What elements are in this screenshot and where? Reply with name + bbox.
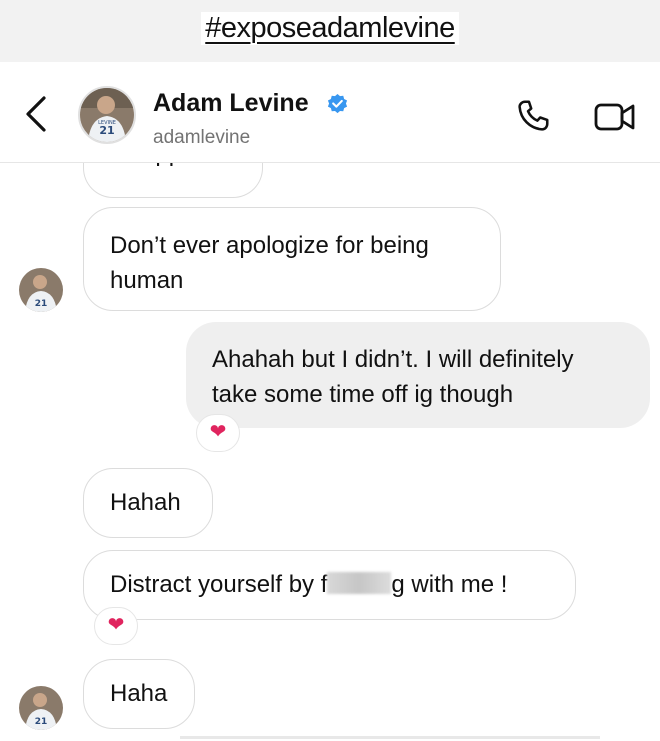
svg-text:21: 21 xyxy=(35,717,48,727)
phone-icon[interactable] xyxy=(515,98,551,134)
message-text-end: g with me ! xyxy=(391,571,508,598)
incoming-message[interactable]: Haha xyxy=(83,659,195,729)
message-text: Hahah xyxy=(110,489,181,516)
message-text-start: Distract yourself by f xyxy=(110,571,328,598)
incoming-message[interactable]: Don’t ever apologize for being human xyxy=(83,207,501,311)
reaction-badge[interactable]: ❤ xyxy=(94,607,138,645)
contact-username: adamlevine xyxy=(153,127,251,148)
chat-header-content: 21 LEVINE Adam Levine adamlevine xyxy=(0,62,660,162)
profile-avatar[interactable]: 21 LEVINE xyxy=(78,86,136,144)
incoming-message[interactable]: Distract yourself by f g with me ! xyxy=(83,550,576,620)
message-text: Ahahah but I didn’t. I will definitely t… xyxy=(212,346,574,408)
message-text: Don’t ever apologize for being human xyxy=(110,232,429,294)
back-arrow-icon[interactable] xyxy=(22,94,52,134)
video-camera-icon[interactable] xyxy=(594,101,636,133)
message-text: Haha xyxy=(110,680,168,707)
sender-avatar[interactable]: 21 xyxy=(19,268,63,312)
hashtag-banner: #exposeadamlevine xyxy=(0,0,660,62)
incoming-message[interactable]: Hahah xyxy=(83,468,213,538)
verified-badge-icon xyxy=(327,93,348,114)
contact-name[interactable]: Adam Levine xyxy=(153,89,309,118)
divider xyxy=(180,736,600,739)
censor-blur xyxy=(327,572,392,594)
svg-text:21: 21 xyxy=(35,299,48,309)
outgoing-message[interactable]: Ahahah but I didn’t. I will definitely t… xyxy=(186,322,650,428)
heart-icon: ❤ xyxy=(107,614,125,636)
reaction-badge[interactable]: ❤ xyxy=(196,414,240,452)
svg-text:LEVINE: LEVINE xyxy=(98,120,116,126)
heart-icon: ❤ xyxy=(209,421,227,443)
sender-avatar[interactable]: 21 xyxy=(19,686,63,730)
hashtag-text: #exposeadamlevine xyxy=(201,12,459,45)
